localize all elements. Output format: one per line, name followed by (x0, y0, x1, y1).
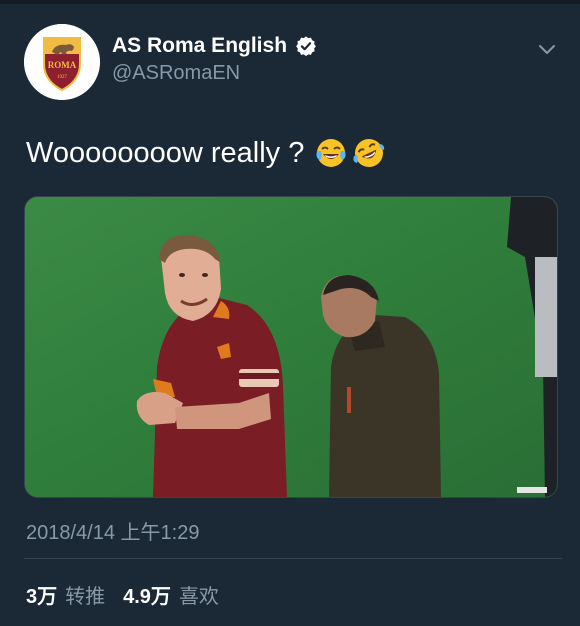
tweet-stats: 3万 转推 4.9万 喜欢 (26, 580, 237, 609)
crest-text: ROMA (48, 60, 77, 70)
crest-year: 1927 (57, 75, 68, 80)
rolling-on-floor-laughing-emoji (353, 139, 385, 167)
football-photo (25, 197, 557, 497)
top-edge (0, 0, 580, 4)
likes-count[interactable]: 4.9万 (123, 580, 171, 609)
avatar[interactable]: ROMA 1927 (24, 24, 100, 100)
tweet-timestamp[interactable]: 2018/4/14 上午1:29 (26, 516, 199, 545)
divider (24, 558, 562, 559)
face-with-tears-of-joy-emoji (316, 139, 346, 167)
tweet-media-image[interactable] (24, 196, 558, 498)
retweets-count[interactable]: 3万 (26, 580, 57, 609)
verified-badge-icon (296, 36, 316, 57)
chevron-down-icon[interactable] (536, 38, 558, 60)
tweet-text: Woooooooow really ? (26, 136, 305, 169)
account-handle[interactable]: @ASRomaEN (112, 62, 240, 85)
author-name-row[interactable]: AS Roma English (112, 34, 317, 58)
likes-label[interactable]: 喜欢 (179, 580, 219, 609)
as-roma-crest-icon: ROMA 1927 (24, 24, 100, 100)
tweet-body: Woooooooow really ? (26, 136, 386, 170)
retweets-label[interactable]: 转推 (65, 580, 105, 609)
display-name[interactable]: AS Roma English (112, 34, 287, 58)
